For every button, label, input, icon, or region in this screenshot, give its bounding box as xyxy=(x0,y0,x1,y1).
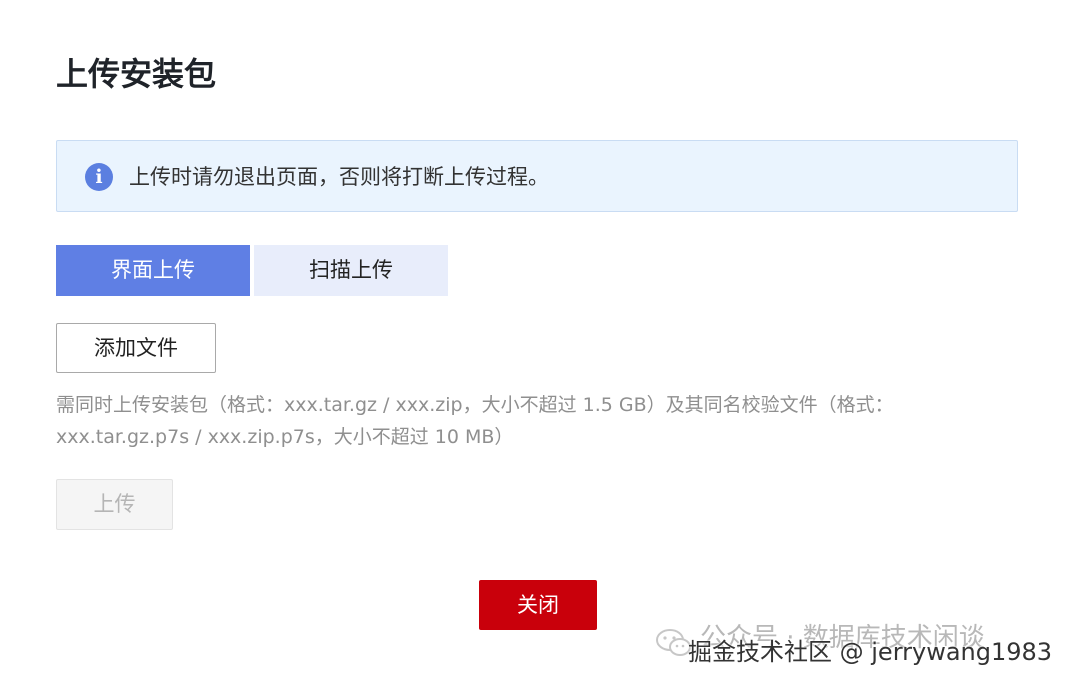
file-format-hint: 需同时上传安装包（格式：xxx.tar.gz / xxx.zip，大小不超过 1… xyxy=(56,394,894,448)
upload-button[interactable]: 上传 xyxy=(56,479,173,530)
wechat-icon xyxy=(656,629,691,656)
add-file-button[interactable]: 添加文件 xyxy=(56,323,216,373)
watermark-author: 掘金技术社区 @ jerrywang1983 xyxy=(688,638,1053,666)
close-button[interactable]: 关闭 xyxy=(479,580,597,630)
upload-package-dialog: 上传安装包 i 上传时请勿退出页面，否则将打断上传过程。 界面上传 扫描上传 添… xyxy=(0,0,1071,688)
info-icon: i xyxy=(85,163,113,191)
upload-mode-tabs: 界面上传 扫描上传 xyxy=(56,245,448,296)
notice-text: 上传时请勿退出页面，否则将打断上传过程。 xyxy=(129,165,549,189)
tab-interface-upload[interactable]: 界面上传 xyxy=(56,245,250,296)
info-notice: i 上传时请勿退出页面，否则将打断上传过程。 xyxy=(56,140,1018,212)
tab-scan-upload[interactable]: 扫描上传 xyxy=(254,245,448,296)
page-title: 上传安装包 xyxy=(56,55,217,93)
